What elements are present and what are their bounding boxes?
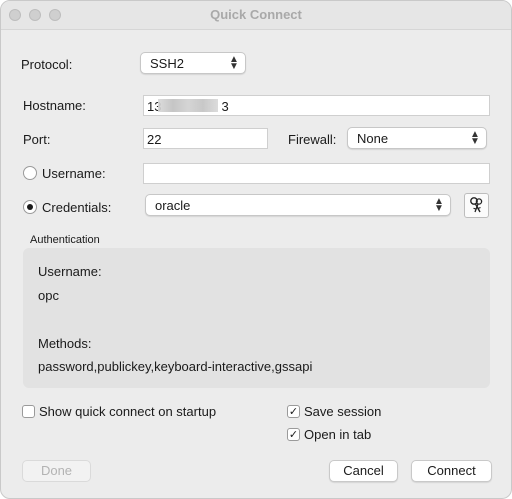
port-input[interactable]: 22 <box>143 128 268 149</box>
manage-credentials-button[interactable] <box>464 193 489 218</box>
username-radio[interactable] <box>23 166 37 180</box>
save-session-checkbox[interactable]: ✓ <box>287 405 300 418</box>
port-label: Port: <box>23 132 51 147</box>
authentication-panel: Username: opc Methods: password,publicke… <box>23 248 490 388</box>
checkmark-icon: ✓ <box>288 429 299 441</box>
firewall-label: Firewall: <box>288 132 337 147</box>
open-in-tab-label: Open in tab <box>304 427 372 442</box>
redacted-hostname-region <box>158 99 218 112</box>
hostname-label: Hostname: <box>23 98 86 113</box>
auth-methods-value: password,publickey,keyboard-interactive,… <box>38 359 313 374</box>
done-button[interactable]: Done <box>22 460 91 482</box>
protocol-value: SSH2 <box>150 56 184 71</box>
keys-icon <box>470 197 483 213</box>
credentials-select[interactable]: oracle ▲ ▼ <box>145 194 451 216</box>
port-value: 22 <box>147 132 162 147</box>
auth-methods-label: Methods: <box>38 336 92 351</box>
hostname-suffix: 3 <box>221 99 229 114</box>
auth-username-label: Username: <box>38 264 102 279</box>
username-radio-label: Username: <box>42 166 106 181</box>
firewall-value: None <box>357 131 389 146</box>
credentials-value: oracle <box>155 198 191 213</box>
auth-username-value: opc <box>38 288 59 303</box>
cancel-button[interactable]: Cancel <box>329 460 398 482</box>
up-down-chevron-icon: ▲ ▼ <box>434 196 444 214</box>
window-title: Quick Connect <box>210 7 302 22</box>
show-on-startup-label: Show quick connect on startup <box>39 404 217 419</box>
quick-connect-window: Quick Connect Protocol: SSH2 ▲ ▼ Hostname… <box>0 0 512 499</box>
protocol-select[interactable]: SSH2 ▲ ▼ <box>140 52 246 74</box>
open-in-tab-checkbox[interactable]: ✓ <box>287 428 300 441</box>
title-bar: Quick Connect <box>1 1 511 30</box>
credentials-radio-label: Credentials: <box>42 200 112 215</box>
connect-button[interactable]: Connect <box>411 460 492 482</box>
credentials-radio[interactable] <box>23 200 37 214</box>
authentication-heading: Authentication <box>30 234 100 246</box>
up-down-chevron-icon: ▲ ▼ <box>229 54 239 72</box>
show-on-startup-checkbox[interactable] <box>22 405 35 418</box>
save-session-label: Save session <box>304 404 382 419</box>
up-down-chevron-icon: ▲ ▼ <box>470 129 480 147</box>
firewall-select[interactable]: None ▲ ▼ <box>347 127 487 149</box>
username-input[interactable] <box>143 163 490 184</box>
protocol-label: Protocol: <box>21 57 73 72</box>
checkmark-icon: ✓ <box>288 406 299 418</box>
